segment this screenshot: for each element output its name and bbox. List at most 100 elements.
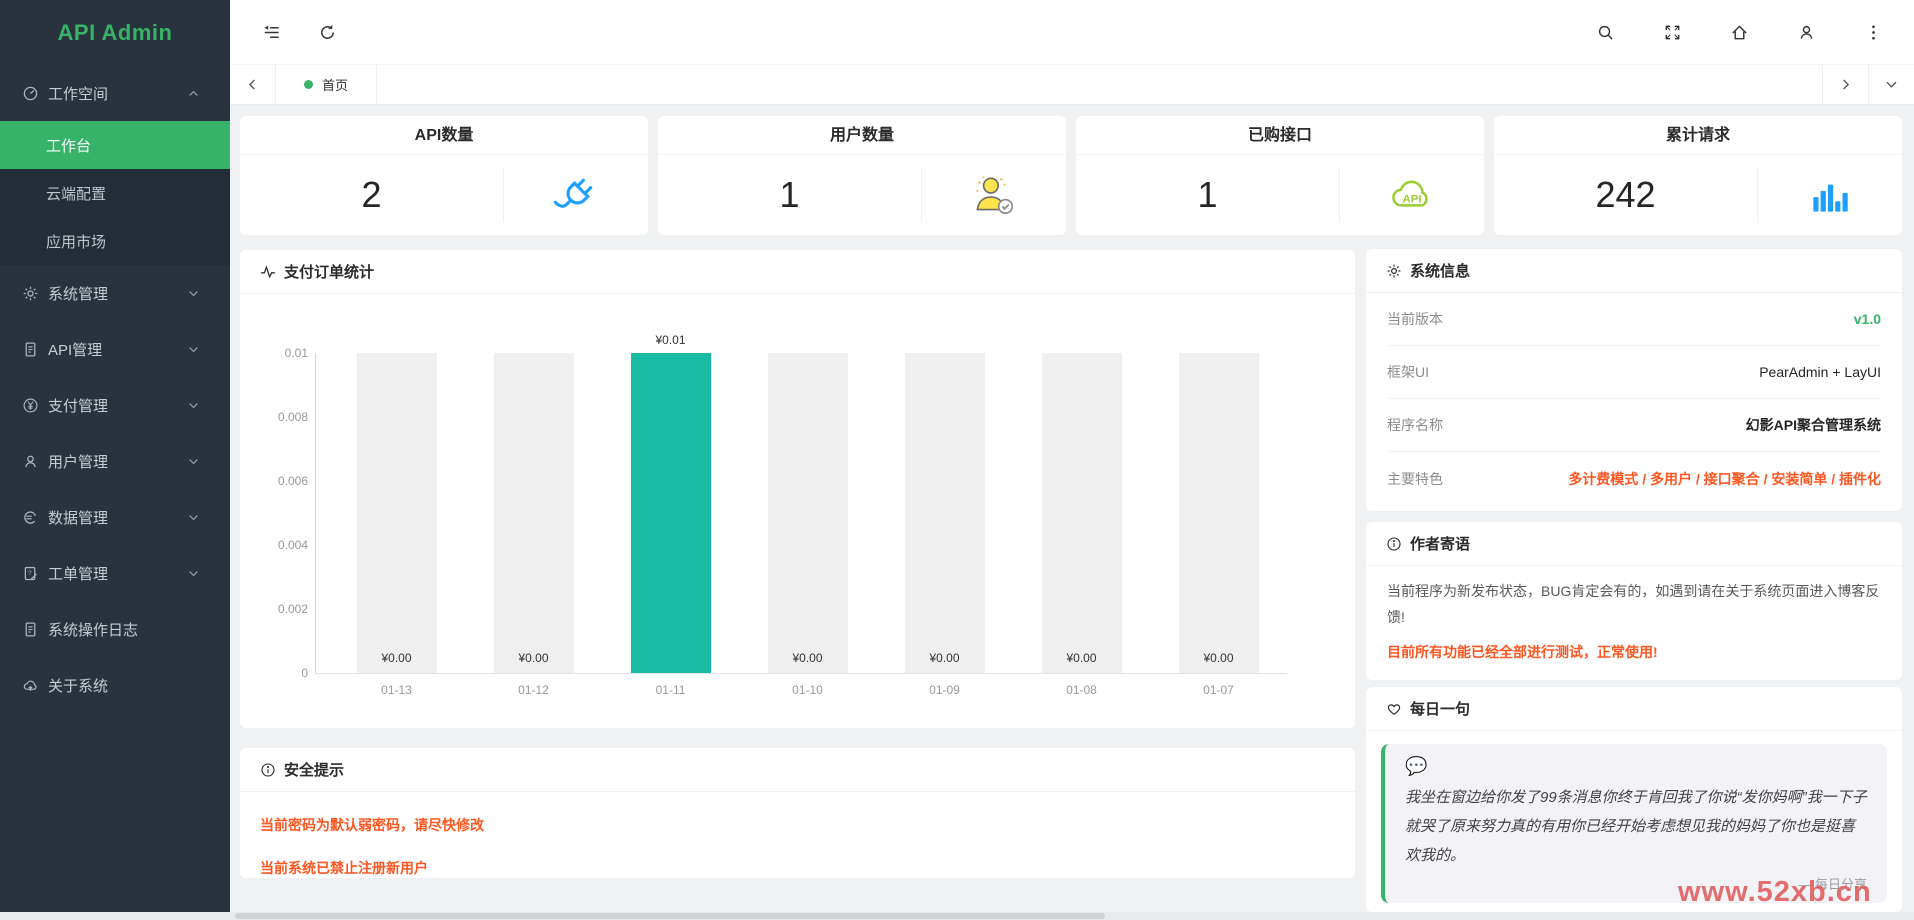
stat-card-累计请求: 累计请求242 [1494, 116, 1902, 235]
sidebar-item-支付管理[interactable]: 支付管理 [0, 377, 230, 433]
stat-card-value: 1 [1076, 155, 1339, 234]
stat-card-icon-wrap [922, 155, 1066, 234]
system-info-row: 程序名称 幻影API聚合管理系统 [1387, 399, 1881, 452]
data-icon [22, 509, 39, 526]
sidebar-item-label: 工单管理 [48, 563, 108, 584]
sidebar-submenu: 工作台云端配置应用市场 [0, 121, 230, 265]
y-axis-tick-label: 0.008 [240, 410, 308, 424]
stat-card-value: 2 [240, 155, 503, 234]
scrollbar-thumb[interactable] [235, 913, 1105, 919]
sidebar-item-label: 工作空间 [48, 83, 108, 104]
svg-text:?: ? [28, 569, 32, 576]
sidebar-item-系统管理[interactable]: 系统管理 [0, 265, 230, 321]
chevron-down-icon [187, 567, 200, 580]
file-icon [22, 341, 39, 358]
x-axis-category-label: 01-08 [1013, 683, 1150, 697]
gear-icon [22, 285, 39, 302]
bar-background [1042, 353, 1122, 673]
bar-value-label: ¥0.00 [1027, 651, 1137, 665]
y-axis-line [315, 353, 316, 674]
chart-bar[interactable] [631, 353, 711, 673]
sidebar-item-工作空间[interactable]: 工作空间 [0, 65, 230, 121]
search-button[interactable] [1588, 15, 1622, 49]
chart-panel-title: 支付订单统计 [284, 261, 374, 282]
refresh-button[interactable] [310, 15, 344, 49]
sidebar-subitem-工作台[interactable]: 工作台 [0, 121, 230, 169]
topbar-right-icons [1588, 15, 1890, 49]
bar-background [494, 353, 574, 673]
sidebar-item-label: 系统管理 [48, 283, 108, 304]
stat-card-body: 2 [240, 155, 648, 234]
security-panel-title: 安全提示 [284, 759, 344, 780]
stat-card-title: 用户数量 [658, 116, 1066, 155]
system-info-row: 框架UI PearAdmin + LayUI [1387, 346, 1881, 399]
chevron-down-icon [187, 343, 200, 356]
stat-card-icon-wrap [1758, 155, 1902, 234]
author-note-text: 当前程序为新发布状态，BUG肯定会有的，如遇到请在关于系统页面进入博客反馈! [1387, 578, 1881, 630]
security-panel-header: 安全提示 [240, 748, 1355, 792]
horizontal-scrollbar[interactable] [0, 912, 1914, 920]
system-info-row: 当前版本v1.0 [1387, 293, 1881, 346]
user-button[interactable] [1789, 15, 1823, 49]
heart-icon [1386, 701, 1402, 717]
tabs-scroll-right-button[interactable] [1822, 65, 1868, 104]
info-row-value: PearAdmin + LayUI [1759, 364, 1881, 380]
bar-value-label: ¥0.00 [1164, 651, 1274, 665]
tabbar-spacer [377, 65, 1822, 104]
system-info-panel: 系统信息 当前版本v1.0 框架UI PearAdmin + LayUI 程序名称 幻影… [1366, 249, 1902, 511]
sidebar-item-label: 用户管理 [48, 451, 108, 472]
tab-home-label: 首页 [322, 75, 348, 94]
sidebar-item-系统操作日志[interactable]: 系统操作日志 [0, 601, 230, 657]
active-tab-dot-icon [304, 80, 313, 89]
sidebar-item-数据管理[interactable]: 数据管理 [0, 489, 230, 545]
yen-icon [22, 397, 39, 414]
sidebar-item-工单管理[interactable]: ? 工单管理 [0, 545, 230, 601]
bar-value-label: ¥0.01 [616, 333, 726, 347]
sidebar-subitem-云端配置[interactable]: 云端配置 [0, 169, 230, 217]
home-button[interactable] [1722, 15, 1756, 49]
info-row-label: 框架UI [1387, 362, 1429, 382]
stat-card-title: API数量 [240, 116, 648, 155]
sidebar-item-label: 数据管理 [48, 507, 108, 528]
svg-text:API: API [1402, 193, 1421, 205]
bar-value-label: ¥0.00 [890, 651, 1000, 665]
stat-card-value: 242 [1494, 155, 1757, 234]
home-icon [1730, 23, 1749, 42]
sidebar: API Admin 工作空间工作台云端配置应用市场系统管理 API管理支付管理用户… [0, 0, 230, 912]
sidebar-subitem-label: 云端配置 [46, 183, 106, 204]
user-icon [1797, 23, 1816, 42]
about-icon [22, 677, 39, 694]
stat-card-icon-wrap [504, 155, 648, 234]
chevron-down-icon [1884, 77, 1899, 92]
quote-text: 我坐在窗边给你发了99条消息你终于肯回我了你说“发你妈啊”我一下子就哭了原来努力… [1405, 783, 1867, 870]
tabs-scroll-left-button[interactable] [230, 65, 276, 104]
sidebar-item-关于系统[interactable]: 关于系统 [0, 657, 230, 713]
info-icon [1386, 536, 1402, 552]
sidebar-item-API管理[interactable]: API管理 [0, 321, 230, 377]
system-info-header: 系统信息 [1366, 249, 1902, 293]
x-axis-category-label: 01-12 [465, 683, 602, 697]
more-button[interactable] [1856, 15, 1890, 49]
tabs-menu-button[interactable] [1868, 65, 1914, 104]
sidebar-subitem-应用市场[interactable]: 应用市场 [0, 217, 230, 265]
tab-home[interactable]: 首页 [276, 65, 377, 104]
watermark: www.52xb.cn [1678, 876, 1872, 909]
bar-value-label: ¥0.00 [753, 651, 863, 665]
info-row-value: 幻影API聚合管理系统 [1746, 415, 1881, 435]
daily-quote-title: 每日一句 [1410, 698, 1470, 719]
person-icon [22, 453, 39, 470]
workorder-icon: ? [22, 565, 39, 582]
collapse-button[interactable] [254, 15, 288, 49]
y-axis-tick-label: 0.002 [240, 602, 308, 616]
chart-panel-header: 支付订单统计 [240, 250, 1355, 294]
bar-background [357, 353, 437, 673]
fullscreen-button[interactable] [1655, 15, 1689, 49]
search-icon [1596, 23, 1615, 42]
speech-balloon-icon: 💬 [1405, 756, 1867, 777]
sidebar-subitem-label: 应用市场 [46, 231, 106, 252]
info-row-label: 程序名称 [1387, 415, 1443, 435]
app-logo: API Admin [0, 0, 230, 65]
sidebar-item-用户管理[interactable]: 用户管理 [0, 433, 230, 489]
x-axis-line [315, 673, 1287, 674]
chevron-down-icon [187, 511, 200, 524]
